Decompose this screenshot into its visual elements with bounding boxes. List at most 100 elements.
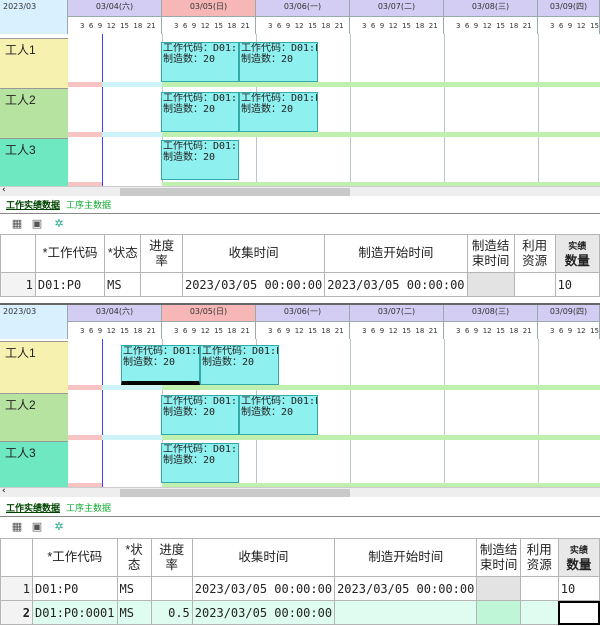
task-bar[interactable]: 工作代码：D01:P0:0003 制造数：20 xyxy=(161,140,239,180)
horizontal-scrollbar[interactable]: ‹ xyxy=(0,486,600,497)
task-bar[interactable]: 工作代码：D01:P0:0005 制造数：20 xyxy=(239,395,318,435)
cell-qty[interactable]: 10 xyxy=(557,576,600,601)
col-header-code[interactable]: *工作代码 xyxy=(32,538,118,577)
task-bar[interactable]: 工作代码：D01:P 制造数：20 xyxy=(161,42,239,82)
col-header-resource[interactable]: 利用资源 xyxy=(513,234,556,273)
day-header: 03/05(日) xyxy=(162,305,256,321)
hour-ticks: 3 6 9 12 15 18 21 xyxy=(350,16,444,34)
cell-collect-time[interactable]: 2023/03/05 00:00:00 xyxy=(181,272,326,297)
cell-resource[interactable] xyxy=(519,600,559,625)
tab-process-master[interactable]: 工序主数据 xyxy=(62,503,115,516)
col-header-start-time[interactable]: 制造开始时间 xyxy=(324,234,468,273)
toolbar: ▦ ▣ ✲ xyxy=(0,518,600,536)
row-label-worker3: 工人3 xyxy=(0,138,68,188)
col-header-qty[interactable]: 实绩 数量 xyxy=(557,538,600,577)
row-label-worker1: 工人1 xyxy=(0,341,68,393)
hour-ticks: 3 6 9 12 15 18 21 xyxy=(68,16,162,34)
export-icon[interactable]: ▣ xyxy=(30,217,44,230)
task-bar-selected[interactable]: 工作代码：D01:P 制造数：20 xyxy=(121,345,200,385)
cell-status[interactable]: MS xyxy=(104,272,142,297)
gantt-chart-top: 2023/03 03/04(六) 03/05(日) 03/06(一) 03/07… xyxy=(0,0,600,196)
scroll-left-icon[interactable]: ‹ xyxy=(2,185,6,195)
col-header-progress[interactable]: 进度率 xyxy=(150,538,193,577)
col-header-progress[interactable]: 进度率 xyxy=(140,234,183,273)
tab-work-results[interactable]: 工作实绩数据 xyxy=(2,200,64,213)
day-header: 03/09(四) xyxy=(538,0,600,16)
cell-code[interactable]: D01:P0:0001 xyxy=(32,600,118,625)
cell-end-time[interactable] xyxy=(466,272,515,297)
col-header-resource[interactable]: 利用资源 xyxy=(519,538,559,577)
col-header-collect-time[interactable]: 收集时间 xyxy=(191,538,336,577)
cell-qty[interactable] xyxy=(557,600,600,625)
hour-ticks: 3 6 9 12 15 18 21 xyxy=(68,321,162,339)
cell-code[interactable]: D01:P0 xyxy=(32,576,118,601)
task-bar[interactable]: 工作代码：D01:P 制造数：20 xyxy=(161,92,239,132)
cell-start-time[interactable]: 2023/03/05 00:00:00 xyxy=(334,576,478,601)
tab-work-results[interactable]: 工作实绩数据 xyxy=(2,503,64,516)
task-bar[interactable]: 工作代码：D01:P0:0004 制造数：20 xyxy=(239,42,318,82)
hour-ticks: 3 6 9 12 15 18 21 xyxy=(256,321,350,339)
col-header-start-time[interactable]: 制造开始时间 xyxy=(334,538,478,577)
cell-code[interactable]: D01:P0 xyxy=(34,272,106,297)
cell-qty[interactable]: 10 xyxy=(554,272,600,297)
hour-ticks: 3 6 9 12 15 18 21 xyxy=(162,16,256,34)
task-bar[interactable]: 工作代码：D01:P 制造数：20 xyxy=(161,395,239,435)
tab-process-master[interactable]: 工序主数据 xyxy=(62,200,115,213)
cell-status[interactable]: MS xyxy=(116,600,152,625)
col-header-end-time[interactable]: 制造结束时间 xyxy=(466,234,515,273)
row-label-worker3: 工人3 xyxy=(0,441,68,487)
tab-bar: 工作实绩数据 工序主数据 xyxy=(0,503,600,517)
export-icon[interactable]: ▣ xyxy=(30,520,44,533)
row-label-worker2: 工人2 xyxy=(0,88,68,138)
settings-icon[interactable]: ✲ xyxy=(52,520,66,533)
cell-start-time[interactable] xyxy=(334,600,478,625)
col-header-qty[interactable]: 实绩 数量 xyxy=(554,234,600,273)
hour-ticks: 3 6 9 12 15 18 21 xyxy=(444,321,538,339)
tab-bar: 工作实绩数据 工序主数据 xyxy=(0,200,600,214)
row-number[interactable]: 1 xyxy=(0,576,34,601)
task-bar[interactable]: 工作代码：D01:P0:0003 制造数：20 xyxy=(161,443,239,483)
row-number[interactable]: 1 xyxy=(0,272,36,297)
cell-collect-time[interactable]: 2023/03/05 00:00:00 xyxy=(191,576,336,601)
cell-end-time[interactable] xyxy=(476,600,521,625)
col-header-collect-time[interactable]: 收集时间 xyxy=(181,234,326,273)
year-label: 2023/03 xyxy=(0,305,68,339)
cell-resource[interactable] xyxy=(519,576,559,601)
hour-ticks: 3 6 9 12 15 18 21 xyxy=(350,321,444,339)
cell-end-time[interactable] xyxy=(476,576,521,601)
cell-resource[interactable] xyxy=(513,272,556,297)
cell-progress[interactable] xyxy=(140,272,183,297)
hour-ticks: 3 6 9 12 15 18 21 xyxy=(538,16,600,34)
grid-icon[interactable]: ▦ xyxy=(10,520,24,533)
year-label: 2023/03 xyxy=(0,0,68,34)
day-header: 03/08(三) xyxy=(444,305,538,321)
col-header-code[interactable]: *工作代码 xyxy=(34,234,106,273)
day-header: 03/06(一) xyxy=(256,0,350,16)
task-bar[interactable]: 工作代码：D01:P0:0004 制造数：20 xyxy=(200,345,279,385)
day-header: 03/07(二) xyxy=(350,305,444,321)
cell-collect-time[interactable]: 2023/03/05 00:00:00 xyxy=(191,600,336,625)
settings-icon[interactable]: ✲ xyxy=(52,217,66,230)
grid-icon[interactable]: ▦ xyxy=(10,217,24,230)
scroll-left-icon[interactable]: ‹ xyxy=(2,486,6,496)
col-header-status[interactable]: *状态 xyxy=(104,234,142,273)
day-header: 03/08(三) xyxy=(444,0,538,16)
hour-ticks: 3 6 9 12 15 18 21 xyxy=(538,321,600,339)
hour-ticks: 3 6 9 12 15 18 21 xyxy=(162,321,256,339)
day-header: 03/05(日) xyxy=(162,0,256,16)
toolbar: ▦ ▣ ✲ xyxy=(0,215,600,233)
col-header-status[interactable]: *状态 xyxy=(116,538,152,577)
cell-start-time[interactable]: 2023/03/05 00:00:00 xyxy=(324,272,468,297)
col-header-end-time[interactable]: 制造结束时间 xyxy=(476,538,521,577)
horizontal-scrollbar[interactable]: ‹ xyxy=(0,185,600,196)
day-header: 03/04(六) xyxy=(68,305,162,321)
results-grid: *工作代码 *状态 进度率 收集时间 制造开始时间 制造结束时间 利用资源 实绩… xyxy=(0,234,600,297)
cell-progress[interactable] xyxy=(150,576,193,601)
row-label-worker2: 工人2 xyxy=(0,393,68,441)
hour-ticks: 3 6 9 12 15 18 21 xyxy=(256,16,350,34)
task-bar[interactable]: 工作代码：D01:P0:0005 制造数：20 xyxy=(239,92,318,132)
cell-status[interactable]: MS xyxy=(116,576,152,601)
row-number[interactable]: 2 xyxy=(0,600,34,625)
cell-progress[interactable]: 0.5 xyxy=(150,600,193,625)
day-header: 03/07(二) xyxy=(350,0,444,16)
